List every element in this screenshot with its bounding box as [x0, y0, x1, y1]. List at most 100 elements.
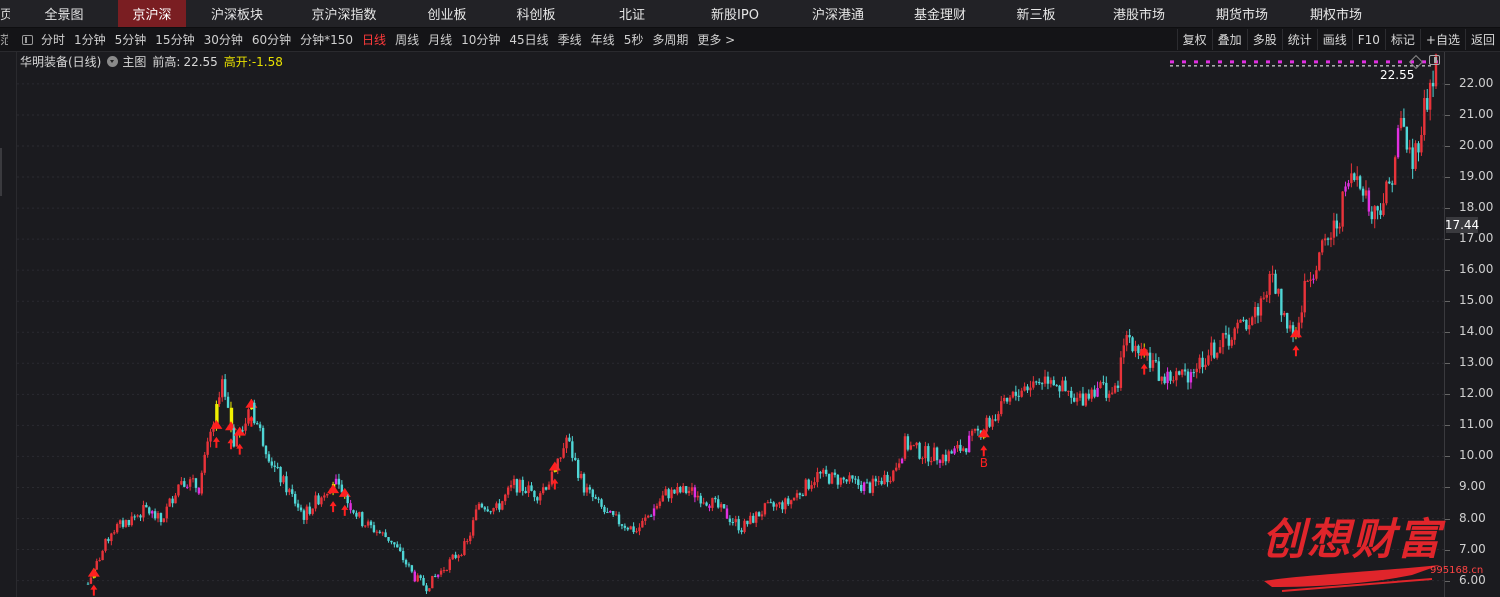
candle-body — [682, 486, 685, 493]
candle-body — [296, 503, 300, 508]
tool-1[interactable]: 叠加 — [1211, 29, 1247, 50]
period-6[interactable]: 分钟*150 — [300, 31, 353, 48]
candle-body — [699, 495, 702, 504]
candle-body — [582, 473, 586, 493]
period-0[interactable]: 分时 — [41, 31, 65, 48]
candle-body — [358, 512, 361, 517]
kline-chart[interactable]: B — [0, 52, 1444, 597]
candle-body — [1119, 357, 1123, 388]
candle-body — [1064, 380, 1067, 392]
period-8[interactable]: 周线 — [395, 31, 419, 48]
candle-body — [1426, 98, 1429, 110]
candle-body — [1163, 376, 1166, 384]
period-4[interactable]: 30分钟 — [204, 31, 243, 48]
candle-body — [970, 430, 974, 436]
axis-tick-mark — [1445, 146, 1450, 148]
tab-3[interactable]: 京沪深指数 — [288, 0, 400, 27]
candle-body — [1353, 173, 1356, 180]
tab-13[interactable]: 期权市场 — [1290, 0, 1382, 27]
tool-2[interactable]: 多股 — [1246, 29, 1282, 50]
candle-body — [571, 441, 574, 458]
period-11[interactable]: 45日线 — [509, 31, 548, 48]
period-9[interactable]: 月线 — [428, 31, 452, 48]
period-12[interactable]: 季线 — [558, 31, 582, 48]
candle-body — [544, 487, 548, 490]
candle-body — [1154, 360, 1158, 362]
candle-body — [305, 506, 309, 520]
candle-body — [276, 466, 279, 468]
candle-body — [1213, 342, 1216, 358]
tab-6[interactable]: 北证 — [578, 0, 686, 27]
tab-9[interactable]: 基金理财 — [892, 0, 988, 27]
period-2[interactable]: 5分钟 — [115, 31, 147, 48]
candle-body — [104, 538, 107, 551]
period-13[interactable]: 年线 — [591, 31, 615, 48]
axis-tick-label: 9.00 — [1459, 479, 1486, 494]
period-1[interactable]: 1分钟 — [74, 31, 106, 48]
candle-body — [568, 437, 571, 442]
period-16[interactable]: 更多 > — [697, 31, 735, 48]
candle-body — [1332, 220, 1336, 238]
candle-body — [107, 538, 110, 542]
candle-body — [223, 379, 227, 397]
tool-4[interactable]: 画线 — [1316, 29, 1352, 50]
tab-5[interactable]: 科创板 — [494, 0, 578, 27]
panel-expand-icon[interactable] — [1429, 55, 1440, 65]
candle-body — [393, 542, 396, 545]
tab-8[interactable]: 沪深港通 — [784, 0, 892, 27]
tab-10[interactable]: 新三板 — [988, 0, 1084, 27]
candle-body — [1166, 371, 1169, 384]
candle-body — [865, 482, 869, 484]
tab-0[interactable]: 全景图 — [10, 0, 118, 27]
tab-11[interactable]: 港股市场 — [1084, 0, 1194, 27]
period-5[interactable]: 60分钟 — [252, 31, 291, 48]
tool-5[interactable]: F10 — [1351, 29, 1385, 50]
candle-body — [203, 454, 206, 473]
candle-body — [854, 478, 857, 480]
tool-8[interactable]: 返回 — [1464, 29, 1500, 50]
candle-body — [1081, 393, 1085, 406]
tab-7[interactable]: 新股IPO — [686, 0, 784, 27]
panel-toggle-icon[interactable] — [22, 34, 33, 45]
candle-body — [1087, 393, 1090, 399]
tab-1[interactable]: 京沪深 — [118, 0, 186, 27]
tab-4[interactable]: 创业板 — [400, 0, 494, 27]
candle-body — [1408, 147, 1411, 150]
period-3[interactable]: 15分钟 — [155, 31, 194, 48]
candle-body — [326, 493, 329, 496]
candle-body — [457, 555, 460, 558]
period-10[interactable]: 10分钟 — [461, 31, 500, 48]
candle-body — [320, 497, 323, 505]
candle-body — [1259, 298, 1263, 316]
tab-12[interactable]: 期货市场 — [1194, 0, 1290, 27]
candle-body — [719, 504, 723, 508]
period-7[interactable]: 日线 — [362, 31, 386, 48]
axis-tick-mark — [1445, 239, 1450, 241]
period-15[interactable]: 多周期 — [652, 31, 688, 48]
tool-3[interactable]: 统计 — [1281, 29, 1317, 50]
tab-2[interactable]: 沪深板块 — [186, 0, 288, 27]
period-14[interactable]: 5秒 — [624, 31, 644, 48]
candle-body — [1067, 390, 1070, 392]
candle-body — [1122, 345, 1126, 358]
candle-body — [1402, 117, 1406, 127]
buy-triangle — [210, 419, 223, 429]
candle-body — [1055, 385, 1058, 387]
candle-body — [346, 495, 349, 504]
dropdown-circle-icon[interactable] — [107, 56, 119, 67]
tool-6[interactable]: 标记 — [1384, 29, 1420, 50]
candle-body — [110, 533, 113, 542]
tool-0[interactable]: 复权 — [1176, 29, 1212, 50]
candle-body — [597, 498, 600, 500]
candle-body — [148, 507, 151, 514]
candle-body — [1046, 376, 1050, 384]
candle-body — [509, 484, 513, 488]
candle-body — [576, 459, 580, 478]
candle-body — [1128, 334, 1131, 338]
candle-body — [1224, 333, 1228, 335]
watermark-url: 995168.cn — [1430, 565, 1484, 576]
candle-body — [527, 485, 530, 494]
candle-body — [98, 560, 101, 562]
candle-body — [366, 521, 370, 526]
tool-7[interactable]: +自选 — [1419, 29, 1465, 50]
